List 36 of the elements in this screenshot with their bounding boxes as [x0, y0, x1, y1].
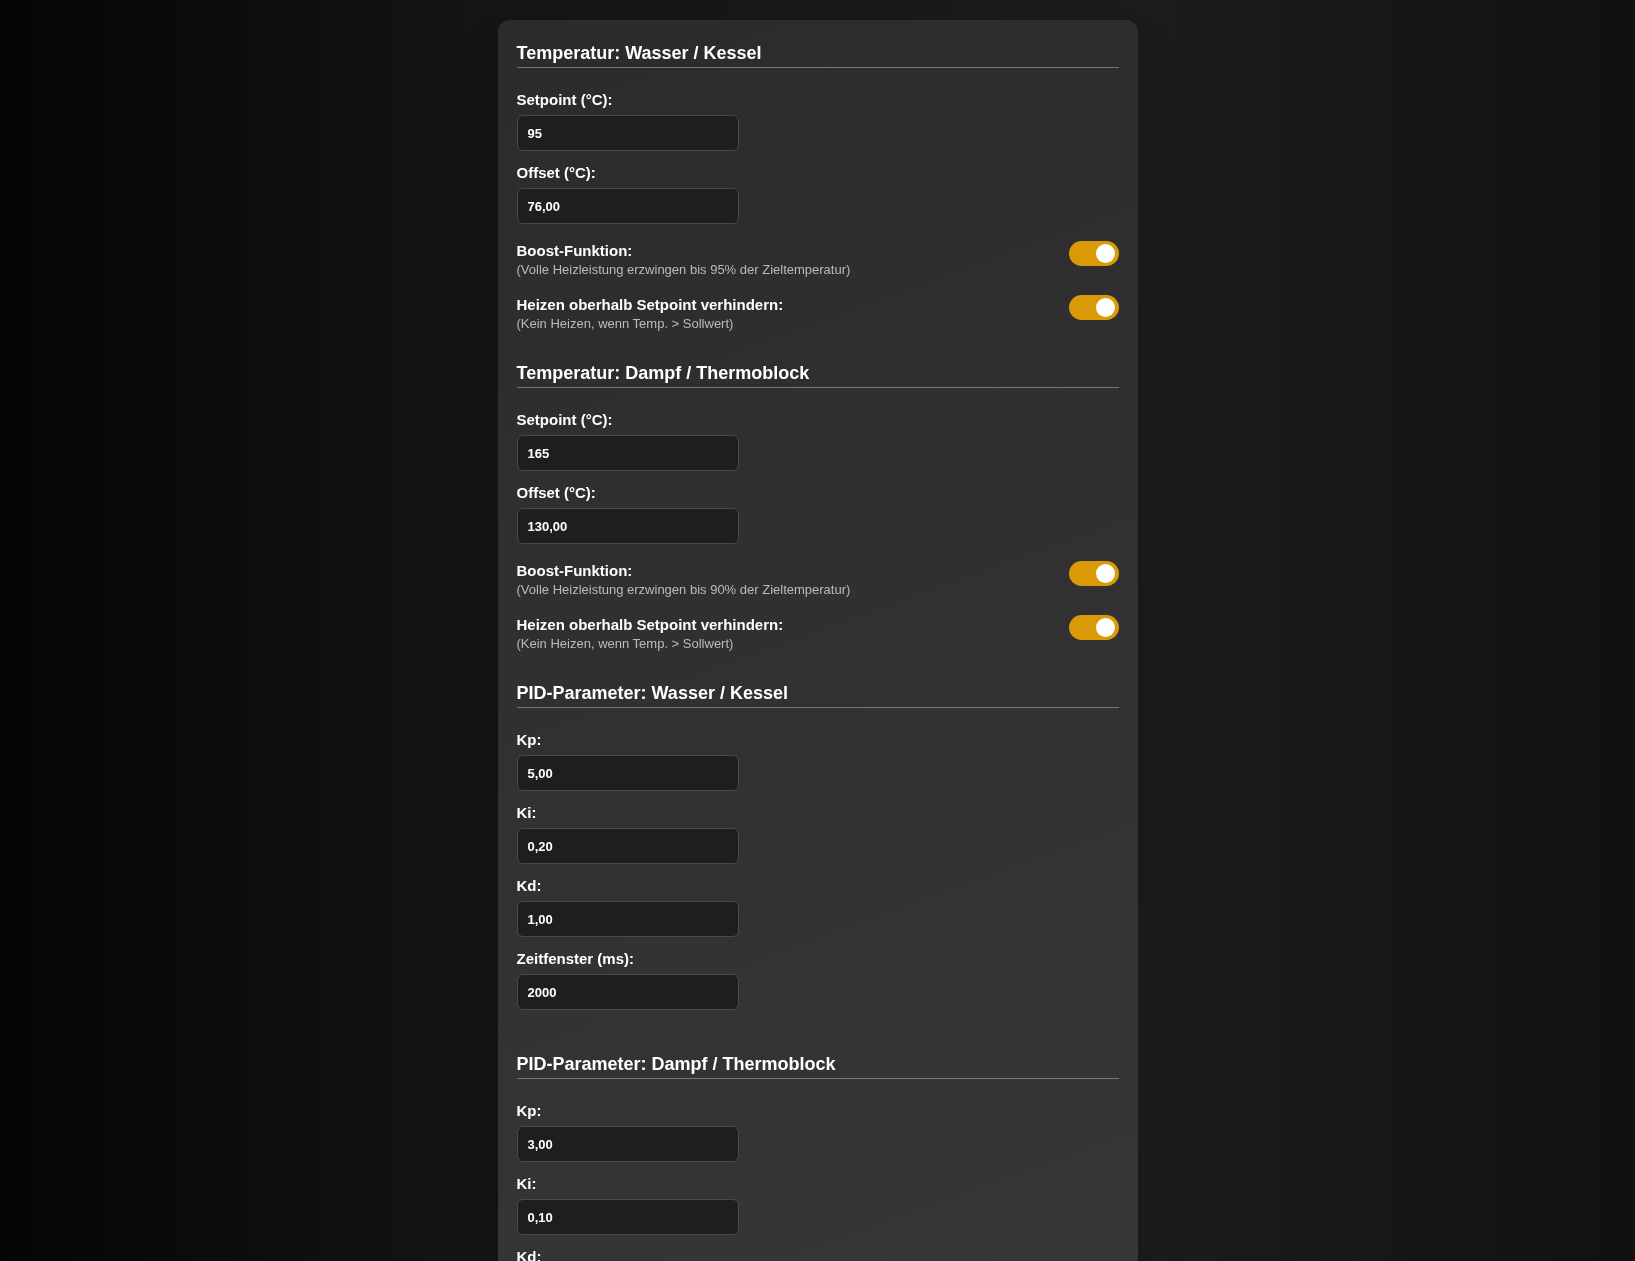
- toggle-label: Heizen oberhalb Setpoint verhindern:: [516, 295, 784, 315]
- toggle-switch[interactable]: [1068, 241, 1119, 266]
- toggle-switch[interactable]: [1068, 295, 1119, 320]
- number-input[interactable]: 0,10: [516, 1199, 739, 1235]
- toggle-description: (Kein Heizen, wenn Temp. > Sollwert): [516, 635, 735, 653]
- number-input[interactable]: 2000: [516, 974, 739, 1010]
- number-input[interactable]: 95: [516, 115, 739, 151]
- field-label: Kp:: [516, 730, 543, 750]
- toggle-label: Boost-Funktion:: [516, 241, 634, 261]
- toggle-description: (Kein Heizen, wenn Temp. > Sollwert): [516, 315, 735, 333]
- section-heading: Temperatur: Wasser / Kessel: [516, 41, 1119, 68]
- number-input[interactable]: 0,20: [516, 828, 739, 864]
- field-label: Setpoint (°C):: [516, 90, 614, 110]
- toggle-switch[interactable]: [1068, 615, 1119, 640]
- number-input[interactable]: 5,00: [516, 755, 739, 791]
- number-input[interactable]: 1,00: [516, 901, 739, 937]
- toggle-description: (Volle Heizleistung erzwingen bis 95% der Zieltemperatur): [516, 261, 851, 279]
- section-heading: Temperatur: Dampf / Thermoblock: [516, 361, 1119, 388]
- field-label: Kd:: [516, 876, 543, 896]
- number-input[interactable]: 130,00: [516, 508, 739, 544]
- toggle-label: Heizen oberhalb Setpoint verhindern:: [516, 615, 784, 635]
- number-input[interactable]: 76,00: [516, 188, 739, 224]
- number-input[interactable]: 3,00: [516, 1126, 739, 1162]
- field-label: Kp:: [516, 1101, 543, 1121]
- toggle-description: (Volle Heizleistung erzwingen bis 90% der Zieltemperatur): [516, 581, 851, 599]
- field-label: Setpoint (°C):: [516, 410, 614, 430]
- field-label: Ki:: [516, 1174, 538, 1194]
- number-input[interactable]: 165: [516, 435, 739, 471]
- field-label: Offset (°C):: [516, 163, 597, 183]
- toggle-label: Boost-Funktion:: [516, 561, 634, 581]
- field-label: Offset (°C):: [516, 483, 597, 503]
- field-label: Zeitfenster (ms):: [516, 949, 636, 969]
- field-label: Ki:: [516, 803, 538, 823]
- toggle-switch[interactable]: [1068, 561, 1119, 586]
- section-heading: PID-Parameter: Wasser / Kessel: [516, 681, 1119, 708]
- section-heading: PID-Parameter: Dampf / Thermoblock: [516, 1052, 1119, 1079]
